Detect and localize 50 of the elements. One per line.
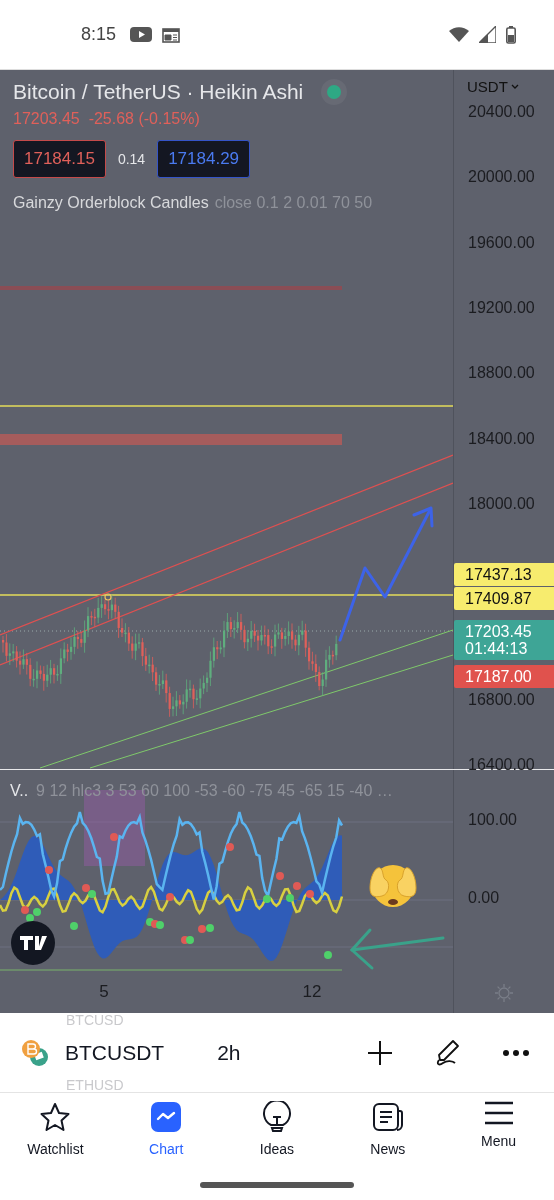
price-label: 18800.00 xyxy=(468,364,535,383)
wifi-icon xyxy=(449,26,469,43)
signal-icon xyxy=(479,26,496,43)
price-label: 20000.00 xyxy=(468,168,535,187)
spread-value: 0.14 xyxy=(117,151,146,167)
time-label: 5 xyxy=(99,982,109,1002)
logo-icon xyxy=(11,921,55,965)
price-label: 19600.00 xyxy=(468,233,535,252)
price-label: 20400.00 xyxy=(468,103,535,121)
nav-tab[interactable]: Ideas xyxy=(221,1101,333,1167)
indicator-name[interactable]: Gainzy Orderblock Candles xyxy=(13,194,209,212)
plus-icon[interactable] xyxy=(366,1038,394,1067)
time-label: 12 xyxy=(302,982,322,1002)
price-label: 18000.00 xyxy=(468,494,535,513)
sell-button[interactable]: 17184.15 xyxy=(13,140,106,178)
oscillator-axis-label: 100.00 xyxy=(468,811,517,829)
currency-dropdown[interactable]: USDT xyxy=(467,78,519,95)
price-label: 19200.00 xyxy=(468,298,535,317)
price-label: 16800.00 xyxy=(468,690,535,709)
star-icon xyxy=(39,1101,72,1133)
sun-icon xyxy=(494,982,514,1003)
symbol-button[interactable]: BTCUSDT xyxy=(65,1040,165,1065)
chart-icon xyxy=(150,1101,183,1133)
menu-icon xyxy=(483,1101,514,1125)
status-time: 8:15 xyxy=(81,24,117,45)
video-app-icon xyxy=(130,26,153,43)
oscillator-name[interactable]: V.. xyxy=(10,782,29,800)
price-label: 18400.00 xyxy=(468,429,535,448)
chevron-icon xyxy=(510,84,519,89)
symbol-title: Bitcoin / TetherUS · Heikin Ashi xyxy=(13,80,304,104)
buy-button[interactable]: 17184.29 xyxy=(157,140,251,178)
nav-tab[interactable]: News xyxy=(332,1101,444,1167)
price-badge: 17203.45 01:44:13 xyxy=(454,620,554,660)
nav-tab[interactable]: Chart xyxy=(110,1101,222,1167)
calendar-icon xyxy=(162,26,181,43)
price-badge: 17187.00 xyxy=(454,665,554,688)
lightbulb-icon xyxy=(261,1101,293,1133)
oscillator-axis-label: 0.00 xyxy=(468,889,500,907)
price-badge: 17409.87 xyxy=(454,587,554,610)
price-label: 16400.00 xyxy=(468,756,535,774)
news-icon xyxy=(371,1101,404,1133)
nav-tab[interactable]: Watchlist xyxy=(0,1101,111,1167)
battery-icon xyxy=(506,25,516,44)
more-icon[interactable] xyxy=(502,1048,530,1057)
interval-button[interactable]: 2h xyxy=(217,1040,241,1065)
price-badge: 17437.13 xyxy=(454,563,554,586)
coin-pair-icon xyxy=(20,1037,50,1068)
marker-dot xyxy=(104,593,112,601)
nav-tab[interactable]: Menu xyxy=(443,1101,554,1167)
price-change: 17203.45 -25.68 (-0.15%) xyxy=(13,110,201,128)
